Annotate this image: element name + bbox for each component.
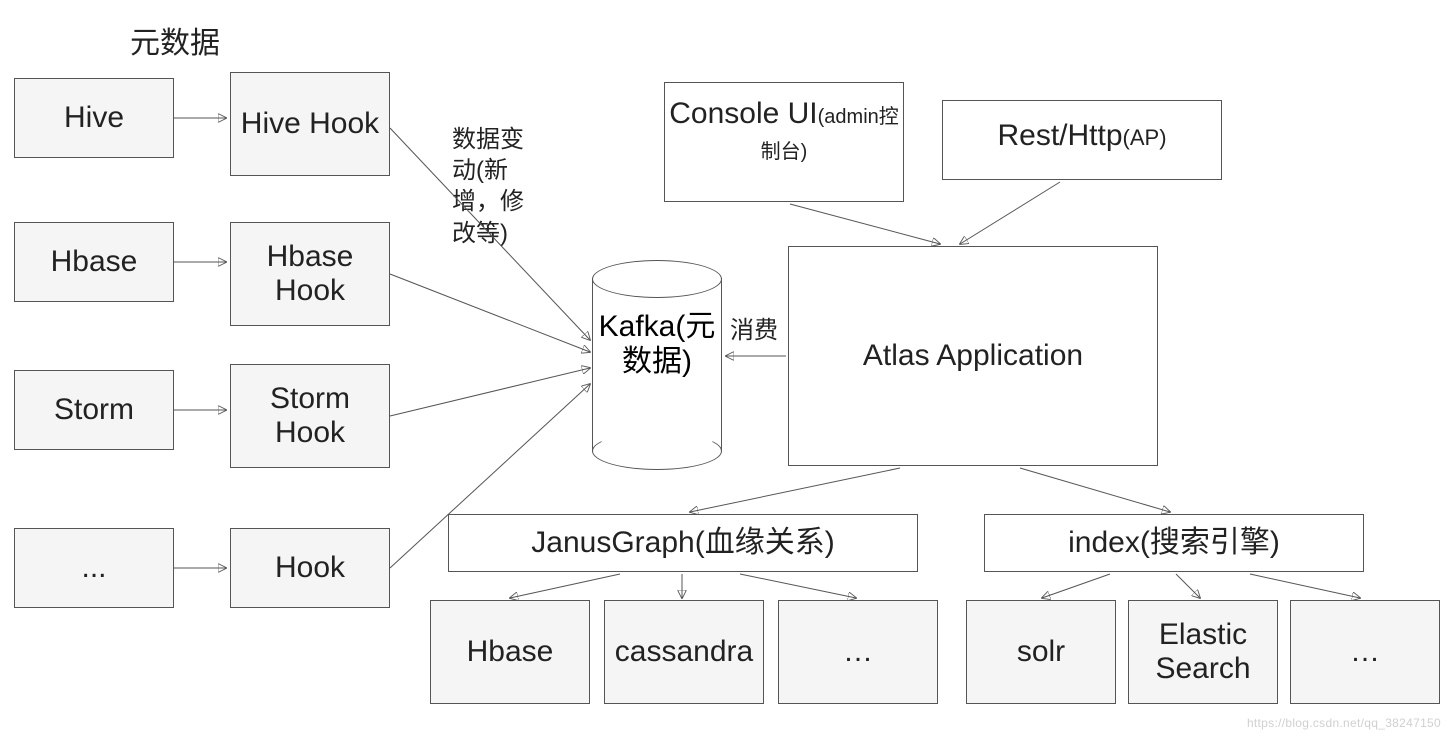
node-console-ui-main: Console UI xyxy=(669,97,817,130)
node-index-es: Elastic Search xyxy=(1128,600,1278,704)
edge-label-hook-kafka: 数据变动(新增，修改等) xyxy=(452,124,532,249)
node-index-solr: solr xyxy=(966,600,1116,704)
watermark: https://blog.csdn.net/qq_38247150 xyxy=(1247,716,1441,730)
node-kafka-label: Kafka(元数据) xyxy=(592,306,722,383)
node-storm: Storm xyxy=(14,370,174,450)
diagram-title: 元数据 xyxy=(130,18,220,62)
node-janus-cassandra: cassandra xyxy=(604,600,764,704)
node-atlas-application: Atlas Application xyxy=(788,246,1158,466)
node-generic-hook: Hook xyxy=(230,528,390,608)
node-storm-hook: Storm Hook xyxy=(230,364,390,468)
node-rest-sub: (AP) xyxy=(1123,125,1167,150)
node-hive-hook: Hive Hook xyxy=(230,72,390,176)
node-index-more: … xyxy=(1290,600,1440,704)
node-hbase-hook: Hbase Hook xyxy=(230,222,390,326)
node-rest-main: Rest/Http xyxy=(997,119,1122,152)
node-janus-hbase: Hbase xyxy=(430,600,590,704)
node-console-ui: Console UI(admin控制台) xyxy=(664,82,904,202)
node-hive: Hive xyxy=(14,78,174,158)
node-kafka: Kafka(元数据) xyxy=(592,260,722,470)
edge-label-kafka-atlas: 消费 xyxy=(730,310,778,345)
node-janusgraph: JanusGraph(血缘关系) xyxy=(448,514,918,572)
node-index: index(搜索引擎) xyxy=(984,514,1364,572)
node-rest-http: Rest/Http(AP) xyxy=(942,100,1222,180)
node-more-sources: ... xyxy=(14,528,174,608)
node-hbase: Hbase xyxy=(14,222,174,302)
node-janus-more: … xyxy=(778,600,938,704)
